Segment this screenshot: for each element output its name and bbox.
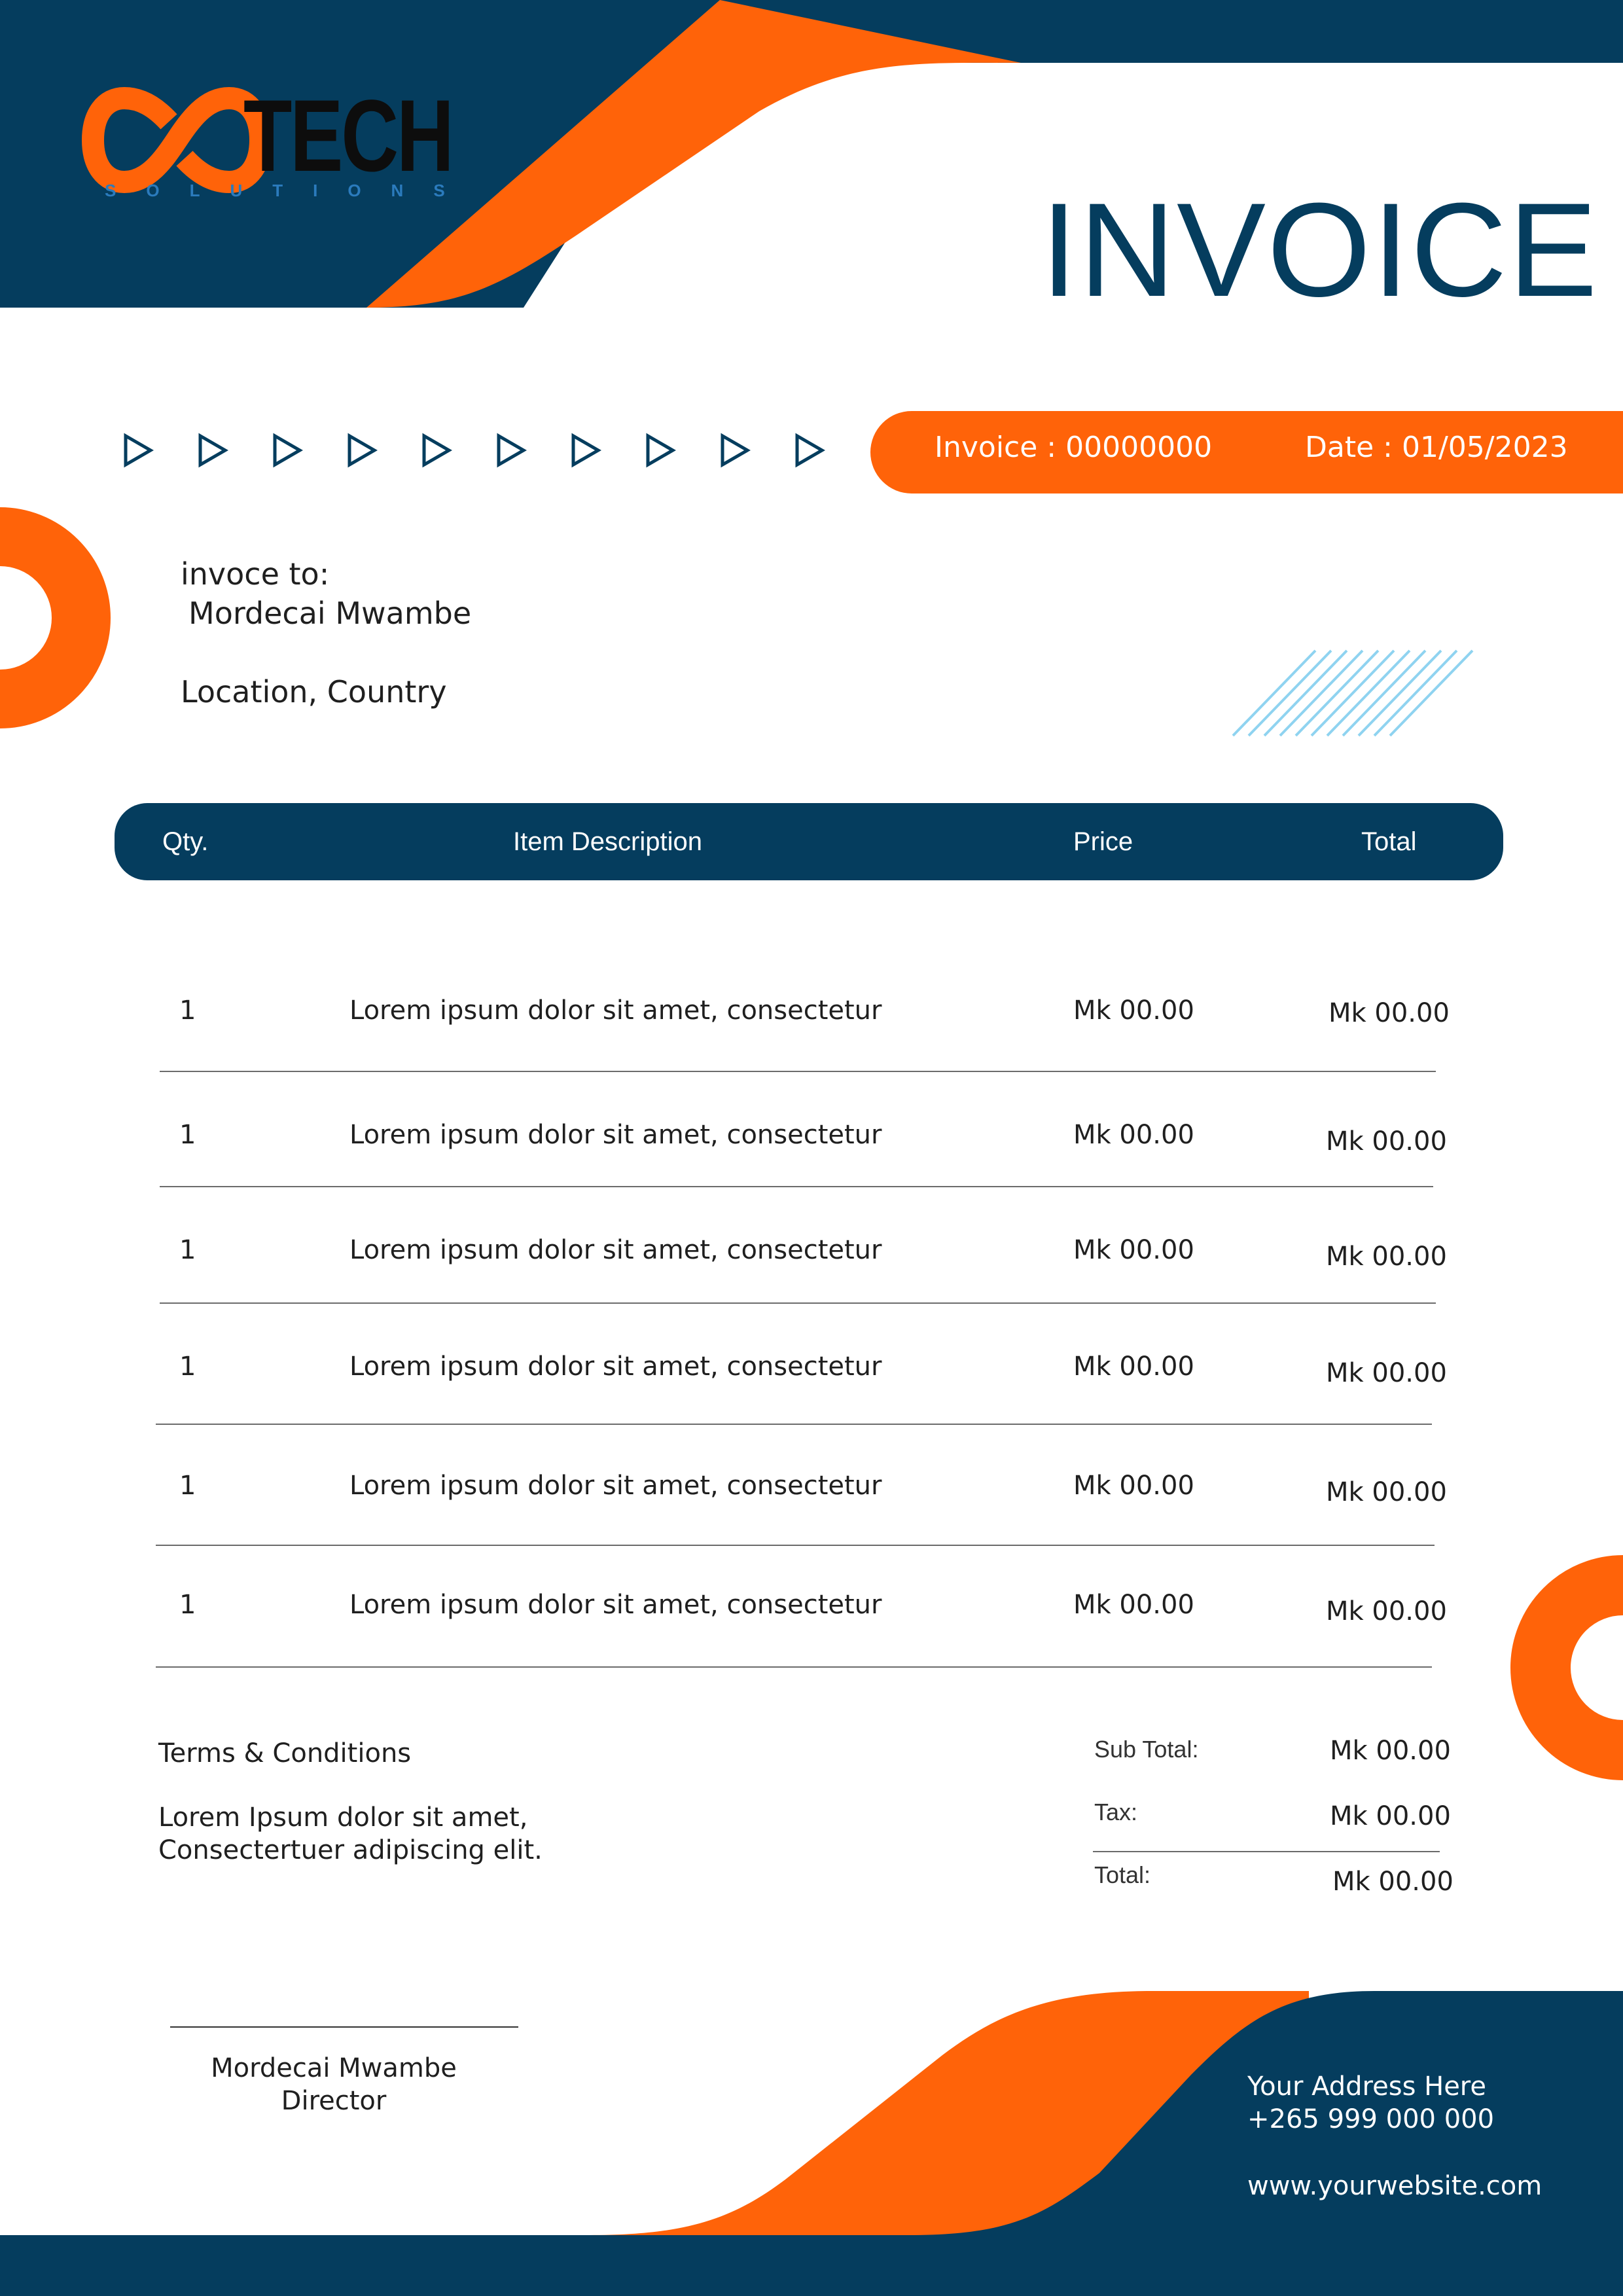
row-divider <box>160 1071 1436 1072</box>
row-qty: 1 <box>179 1235 196 1265</box>
row-price: Mk 00.00 <box>1073 1235 1194 1265</box>
contact-phone: +265 999 000 000 <box>1247 2104 1495 2134</box>
triangle-outline-icon <box>795 433 825 468</box>
triangle-outline-icon <box>348 433 378 468</box>
terms-title: Terms & Conditions <box>158 1738 412 1768</box>
row-description: Lorem ipsum dolor sit amet, consectetur <box>349 1471 882 1501</box>
tax-value: Mk 00.00 <box>1330 1801 1451 1831</box>
triangle-outline-icon <box>124 433 154 468</box>
arrow-decoration-row <box>124 433 825 468</box>
row-qty: 1 <box>179 1590 196 1620</box>
subtotal-label: Sub Total: <box>1094 1736 1199 1763</box>
terms-line: Lorem Ipsum dolor sit amet, <box>158 1803 528 1833</box>
signature-block: Mordecai Mwambe Director <box>170 2052 497 2117</box>
tax-label: Tax: <box>1094 1799 1138 1825</box>
column-header-description: Item Description <box>513 827 702 856</box>
invoice-number: Invoice : 00000000 <box>935 431 1213 464</box>
row-description: Lorem ipsum dolor sit amet, consectetur <box>349 996 882 1026</box>
total-value: Mk 00.00 <box>1332 1867 1454 1897</box>
triangle-outline-icon <box>721 433 751 468</box>
row-description: Lorem ipsum dolor sit amet, consectetur <box>349 1590 882 1620</box>
row-total: Mk 00.00 <box>1326 1596 1447 1626</box>
row-description: Lorem ipsum dolor sit amet, consectetur <box>349 1120 882 1150</box>
logo-wordmark: TECH <box>243 79 454 193</box>
bill-to-name: Mordecai Mwambe <box>188 596 472 631</box>
row-total: Mk 00.00 <box>1326 1242 1447 1272</box>
triangle-outline-icon <box>497 433 527 468</box>
row-description: Lorem ipsum dolor sit amet, consectetur <box>349 1235 882 1265</box>
diagonal-hatch-decoration <box>1232 649 1474 737</box>
row-divider <box>156 1545 1435 1546</box>
signatory-title: Director <box>281 2086 387 2116</box>
bottom-navy-band <box>0 2235 1623 2296</box>
left-orange-ring <box>0 507 111 728</box>
bill-to-label: invoce to: <box>181 556 330 592</box>
row-price: Mk 00.00 <box>1073 1352 1194 1382</box>
row-price: Mk 00.00 <box>1073 996 1194 1026</box>
triangle-outline-icon <box>646 433 676 468</box>
triangle-outline-icon <box>571 433 601 468</box>
terms-line: Consectertuer adipiscing elit. <box>158 1835 543 1865</box>
document-title: INVOICE <box>1041 175 1599 325</box>
row-total: Mk 00.00 <box>1329 998 1450 1028</box>
subtotal-value: Mk 00.00 <box>1330 1736 1451 1766</box>
row-divider <box>160 1186 1433 1187</box>
contact-website: www.yourwebsite.com <box>1247 2171 1543 2201</box>
row-total: Mk 00.00 <box>1326 1477 1447 1507</box>
row-qty: 1 <box>179 1352 196 1382</box>
row-price: Mk 00.00 <box>1073 1590 1194 1620</box>
bill-to-location: Location, Country <box>181 674 447 709</box>
row-divider <box>156 1424 1432 1425</box>
row-qty: 1 <box>179 1120 196 1150</box>
invoice-date: Date : 01/05/2023 <box>1305 431 1568 464</box>
row-description: Lorem ipsum dolor sit amet, consectetur <box>349 1352 882 1382</box>
signature-line <box>170 2026 518 2028</box>
row-divider <box>156 1666 1432 1668</box>
triangle-outline-icon <box>198 433 228 468</box>
right-orange-ring <box>1510 1555 1623 1780</box>
row-qty: 1 <box>179 1471 196 1501</box>
column-header-price: Price <box>1073 827 1133 856</box>
column-header-total: Total <box>1361 827 1417 856</box>
row-price: Mk 00.00 <box>1073 1471 1194 1501</box>
summary-divider <box>1093 1851 1440 1852</box>
row-total: Mk 00.00 <box>1326 1126 1447 1157</box>
contact-address: Your Address Here <box>1247 2072 1486 2102</box>
signatory-name: Mordecai Mwambe <box>211 2053 457 2083</box>
row-price: Mk 00.00 <box>1073 1120 1194 1150</box>
triangle-outline-icon <box>273 433 303 468</box>
row-qty: 1 <box>179 996 196 1026</box>
column-header-qty: Qty. <box>162 827 209 856</box>
logo-tagline: SOLUTIONS <box>105 181 475 200</box>
row-divider <box>160 1302 1436 1304</box>
total-label: Total: <box>1094 1861 1151 1888</box>
row-total: Mk 00.00 <box>1326 1358 1447 1388</box>
terms-text: Lorem Ipsum dolor sit amet, Consectertue… <box>158 1801 616 1867</box>
invoice-page: TECH SOLUTIONS INVOICE Invoice : 0000000… <box>0 0 1623 2296</box>
triangle-outline-icon <box>422 433 452 468</box>
table-header-bar <box>115 803 1503 880</box>
